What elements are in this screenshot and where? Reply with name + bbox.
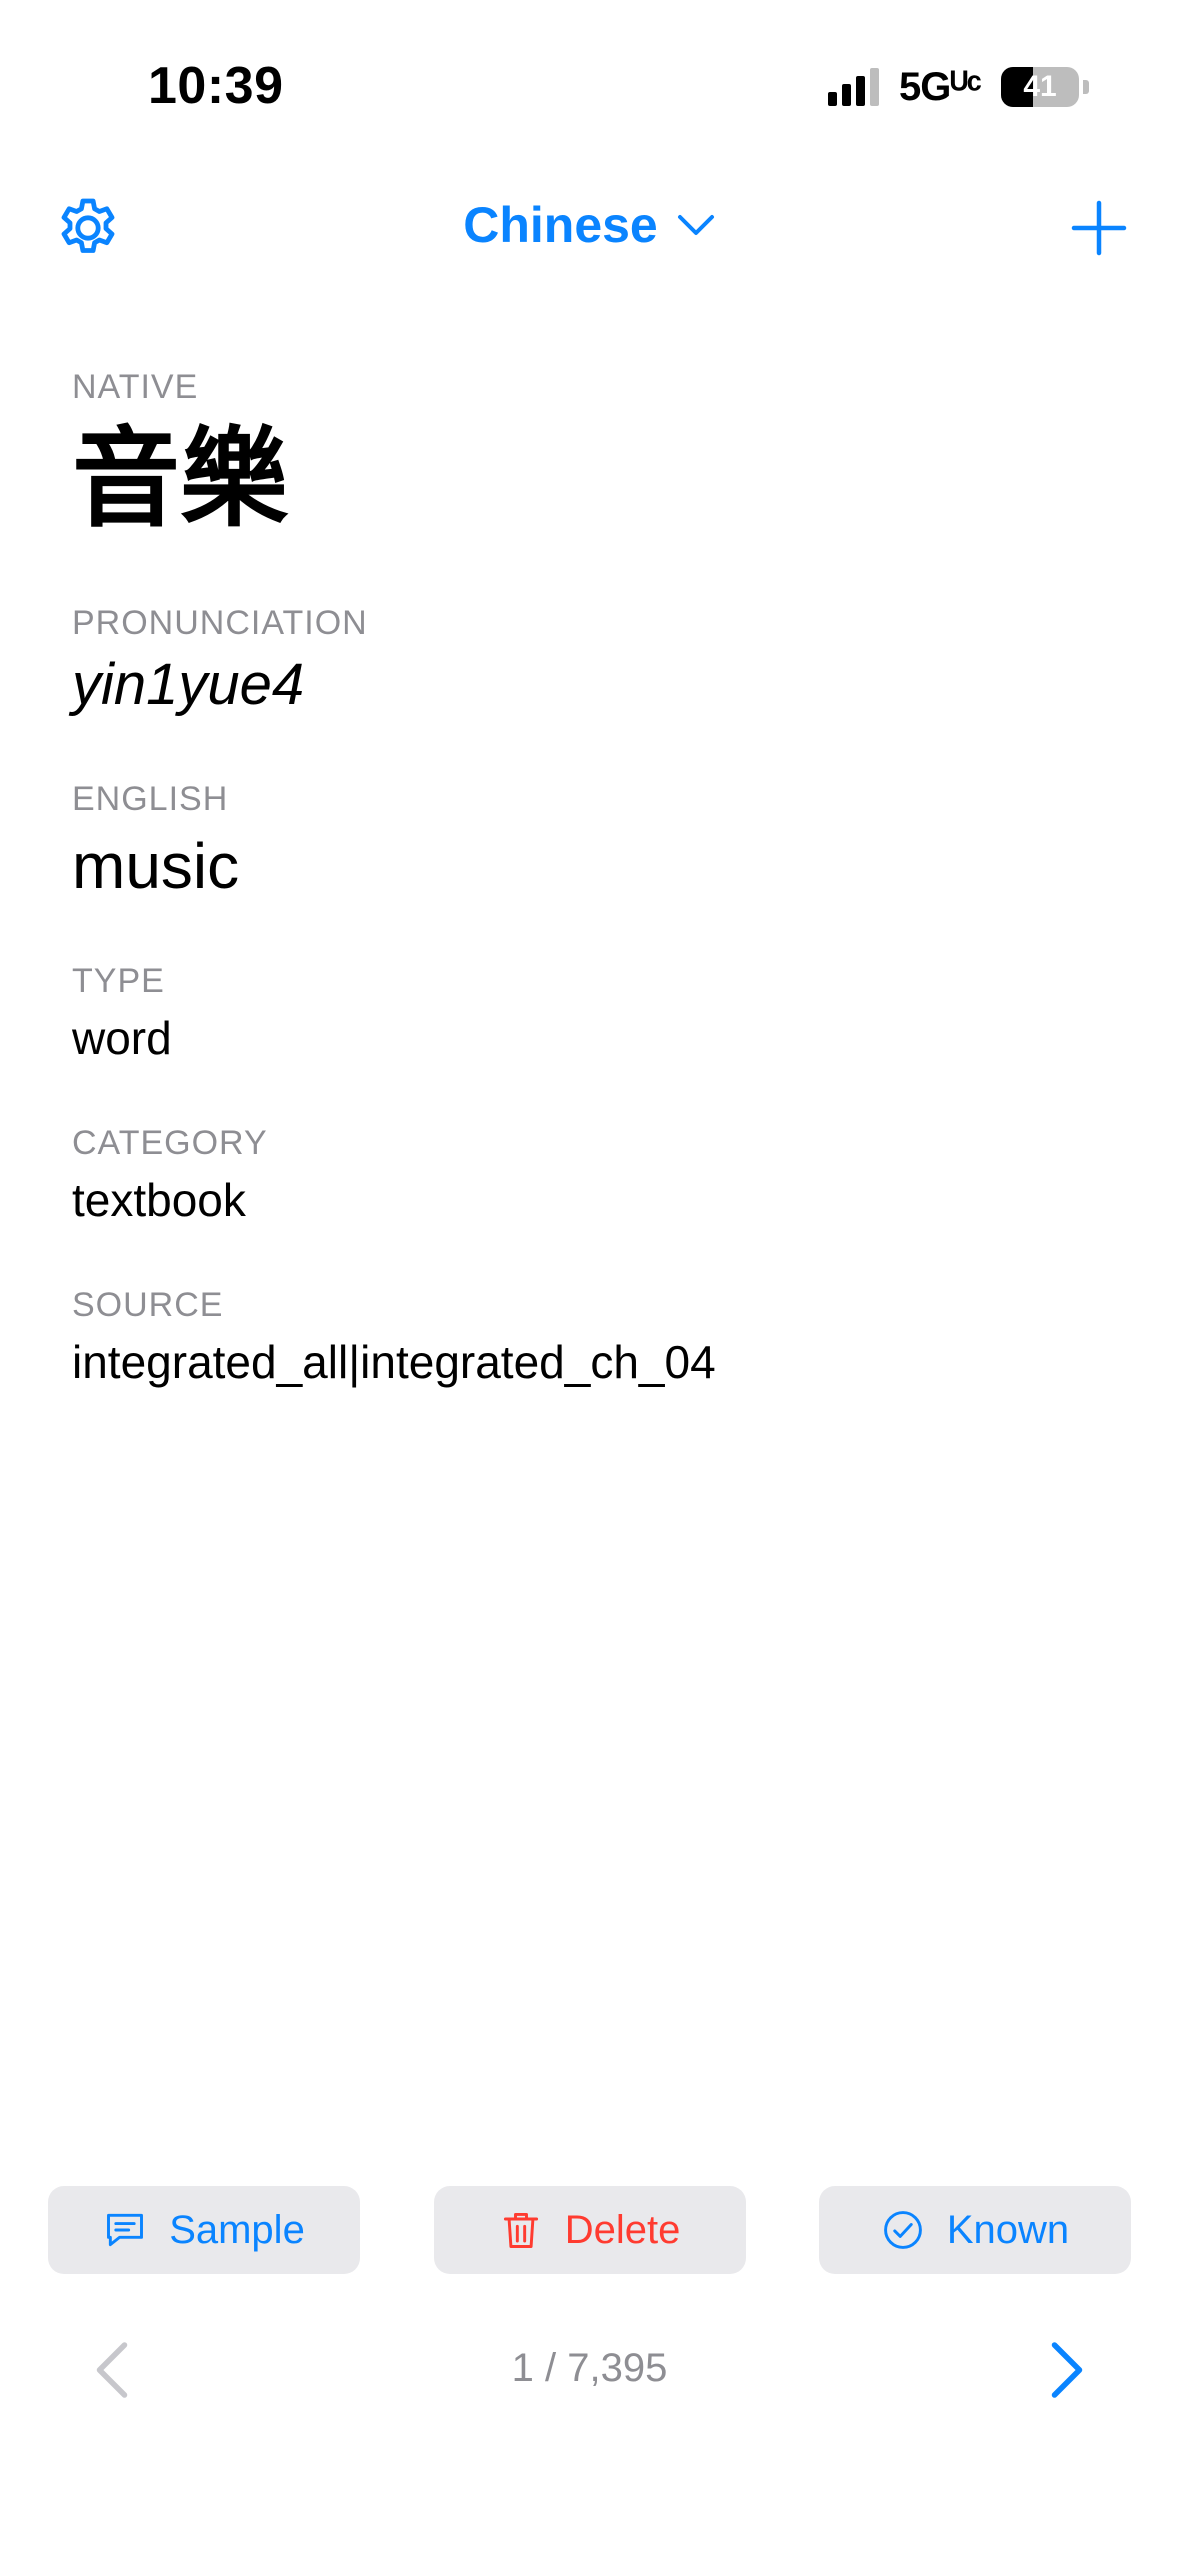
trash-icon	[503, 2212, 538, 2248]
category-value: textbook	[72, 1174, 246, 1226]
chevron-down-icon	[677, 215, 714, 235]
screen: 10:39 5Gᵁᶜ 41 Chinese NATIVE 音樂 PRONUNCI…	[0, 0, 1179, 2556]
pager: 1 / 7,395	[0, 2340, 1179, 2400]
native-value: 音樂	[72, 417, 289, 542]
language-selector[interactable]: Chinese	[0, 196, 1179, 254]
plus-icon[interactable]	[1069, 198, 1129, 258]
pronunciation-value: yin1yue4	[72, 652, 305, 717]
battery-level: 41	[1023, 70, 1057, 103]
message-icon	[107, 2213, 144, 2247]
field-label: CATEGORY	[72, 1124, 268, 1162]
known-button-label: Known	[946, 2207, 1070, 2252]
battery-icon: 41	[1001, 67, 1079, 107]
network-type: 5Gᵁᶜ	[899, 64, 982, 109]
source-value: integrated_all|integrated_ch_04	[72, 1336, 716, 1388]
field-label: ENGLISH	[72, 780, 229, 818]
language-selector-label: Chinese	[463, 197, 658, 253]
field-source: SOURCE integrated_all|integrated_ch_04	[72, 1286, 1107, 1389]
delete-button-label: Delete	[564, 2207, 681, 2252]
word-details: NATIVE 音樂 PRONUNCIATION yin1yue4 ENGLISH…	[72, 368, 1107, 1389]
field-type: TYPE word	[72, 962, 1107, 1124]
status-time: 10:39	[148, 57, 284, 115]
field-label: TYPE	[72, 962, 165, 1000]
field-label: SOURCE	[72, 1286, 224, 1324]
status-indicators: 5Gᵁᶜ 41	[828, 64, 1089, 110]
field-label: PRONUNCIATION	[72, 604, 368, 642]
cellular-signal-icon	[828, 68, 880, 106]
chevron-right-icon[interactable]	[1047, 2340, 1087, 2400]
english-value: music	[72, 830, 240, 902]
field-category: CATEGORY textbook	[72, 1124, 1107, 1286]
page-indicator: 1 / 7,395	[511, 2346, 668, 2390]
battery-tip	[1083, 80, 1089, 94]
field-english: ENGLISH music	[72, 780, 1107, 962]
sample-button-label: Sample	[169, 2207, 305, 2252]
field-pronunciation: PRONUNCIATION yin1yue4	[72, 604, 1107, 780]
field-label: NATIVE	[72, 368, 199, 406]
sample-button[interactable]: Sample	[48, 2186, 360, 2274]
delete-button[interactable]: Delete	[433, 2186, 746, 2274]
action-bar: Sample Delete Known	[48, 2186, 1131, 2274]
known-button[interactable]: Known	[819, 2186, 1131, 2274]
checkmark-circle-icon	[883, 2211, 922, 2249]
type-value: word	[72, 1012, 172, 1064]
field-native: NATIVE 音樂	[72, 368, 1107, 600]
